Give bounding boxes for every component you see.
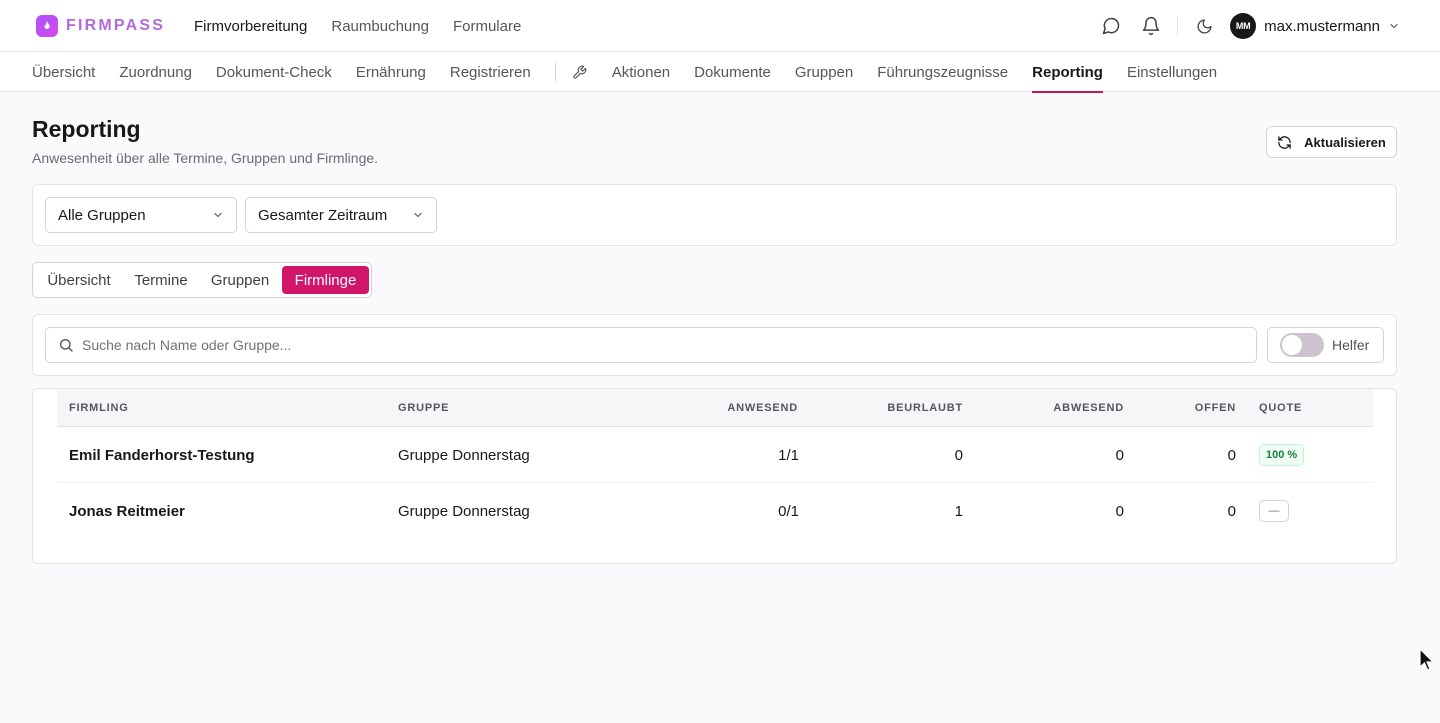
col-offen[interactable]: Offen xyxy=(1195,402,1236,414)
search-field[interactable] xyxy=(45,327,1257,363)
user-menu[interactable]: MM max.mustermann xyxy=(1230,13,1400,39)
cell-group: Gruppe Donnerstag xyxy=(398,447,530,464)
cell-absent: 0 xyxy=(1115,447,1124,464)
filter-card: Alle Gruppen Gesamter Zeitraum xyxy=(32,184,1397,246)
table-row[interactable]: Emil Fanderhorst-Testung Gruppe Donnerst… xyxy=(57,427,1373,483)
main-nav: Firmvorbereitung Raumbuchung Formulare xyxy=(194,0,521,52)
cell-present: 1/1 xyxy=(778,447,799,464)
tab-termine[interactable]: Termine xyxy=(124,266,198,294)
wrench-icon xyxy=(572,52,588,92)
moon-icon[interactable] xyxy=(1194,16,1214,36)
firmlinge-table: Firmling Gruppe Anwesend Beurlaubt Abwes… xyxy=(32,388,1397,564)
helper-switch[interactable] xyxy=(1280,333,1324,357)
refresh-icon xyxy=(1278,135,1291,149)
bell-icon[interactable] xyxy=(1141,16,1161,36)
main-nav-firmvorbereitung[interactable]: Firmvorbereitung xyxy=(194,18,307,35)
helper-label: Helfer xyxy=(1332,337,1370,353)
cell-absent: 0 xyxy=(1115,503,1124,520)
cell-open: 0 xyxy=(1227,503,1236,520)
col-gruppe[interactable]: Gruppe xyxy=(398,402,449,414)
subnav-registrieren[interactable]: Registrieren xyxy=(450,52,531,92)
period-select-value: Gesamter Zeitraum xyxy=(258,206,388,224)
cell-present: 0/1 xyxy=(778,503,799,520)
chevron-down-icon xyxy=(1390,23,1398,29)
tab-firmlinge[interactable]: Firmlinge xyxy=(282,266,369,294)
table-header: Firmling Gruppe Anwesend Beurlaubt Abwes… xyxy=(57,389,1373,427)
main-nav-formulare[interactable]: Formulare xyxy=(453,18,521,35)
user-name: max.mustermann xyxy=(1264,17,1380,35)
top-bar: FIRMPASS Firmvorbereitung Raumbuchung Fo… xyxy=(0,0,1440,52)
col-beurlaubt[interactable]: Beurlaubt xyxy=(887,402,963,414)
main-nav-raumbuchung[interactable]: Raumbuchung xyxy=(331,18,429,35)
chevron-down-icon xyxy=(414,212,422,218)
subnav-ernaehrung[interactable]: Ernährung xyxy=(356,52,426,92)
chevron-down-icon xyxy=(214,212,222,218)
col-abwesend[interactable]: Abwesend xyxy=(1053,402,1124,414)
search-card: Helfer xyxy=(32,314,1397,376)
cell-open: 0 xyxy=(1227,447,1236,464)
cell-excused: 1 xyxy=(954,503,963,520)
cell-group: Gruppe Donnerstag xyxy=(398,503,530,520)
period-select[interactable]: Gesamter Zeitraum xyxy=(245,197,437,233)
cell-excused: 0 xyxy=(954,447,963,464)
quota-badge: — xyxy=(1259,500,1289,522)
subnav-reporting[interactable]: Reporting xyxy=(1032,52,1103,93)
subnav-dokument-check[interactable]: Dokument-Check xyxy=(216,52,332,92)
flame-icon xyxy=(36,15,58,37)
tab-uebersicht[interactable]: Übersicht xyxy=(36,266,122,294)
refresh-label: Aktualisieren xyxy=(1304,134,1386,150)
avatar: MM xyxy=(1230,13,1257,39)
sub-nav: Übersicht Zuordnung Dokument-Check Ernäh… xyxy=(0,52,1440,93)
page-subtitle: Anwesenheit über alle Termine, Gruppen u… xyxy=(32,150,379,166)
col-anwesend[interactable]: Anwesend xyxy=(727,402,798,414)
subnav-zuordnung[interactable]: Zuordnung xyxy=(119,52,192,92)
subnav-einstellungen[interactable]: Einstellungen xyxy=(1127,52,1217,92)
chat-icon[interactable] xyxy=(1101,16,1121,36)
cell-name: Emil Fanderhorst-Testung xyxy=(69,447,255,464)
helper-toggle[interactable]: Helfer xyxy=(1267,327,1384,363)
group-select[interactable]: Alle Gruppen xyxy=(45,197,237,233)
subnav-gruppen[interactable]: Gruppen xyxy=(795,52,853,92)
col-quote[interactable]: Quote xyxy=(1259,402,1302,414)
search-input[interactable] xyxy=(82,337,1232,353)
table-row[interactable]: Jonas Reitmeier Gruppe Donnerstag 0/1 1 … xyxy=(57,483,1373,539)
refresh-button[interactable]: Aktualisieren xyxy=(1266,126,1397,158)
subnav-dokumente[interactable]: Dokumente xyxy=(694,52,771,92)
divider xyxy=(1177,16,1179,36)
tab-gruppen[interactable]: Gruppen xyxy=(200,266,280,294)
search-icon xyxy=(59,339,73,352)
mouse-cursor-icon xyxy=(1419,648,1435,671)
brand-name: FIRMPASS xyxy=(66,17,166,34)
subnav-aktionen[interactable]: Aktionen xyxy=(612,52,670,92)
top-actions: MM max.mustermann xyxy=(1101,0,1400,52)
subnav-divider xyxy=(554,63,556,81)
subnav-fuehrungszeugnisse[interactable]: Führungszeugnisse xyxy=(877,52,1008,92)
cell-name: Jonas Reitmeier xyxy=(69,503,185,520)
app-logo[interactable]: FIRMPASS xyxy=(36,15,165,37)
group-select-value: Alle Gruppen xyxy=(58,206,146,224)
subnav-uebersicht[interactable]: Übersicht xyxy=(32,52,95,92)
report-tabs: Übersicht Termine Gruppen Firmlinge xyxy=(32,262,372,298)
col-firmling[interactable]: Firmling xyxy=(69,402,129,414)
page-title: Reporting xyxy=(32,116,141,142)
quota-badge: 100 % xyxy=(1259,444,1305,466)
